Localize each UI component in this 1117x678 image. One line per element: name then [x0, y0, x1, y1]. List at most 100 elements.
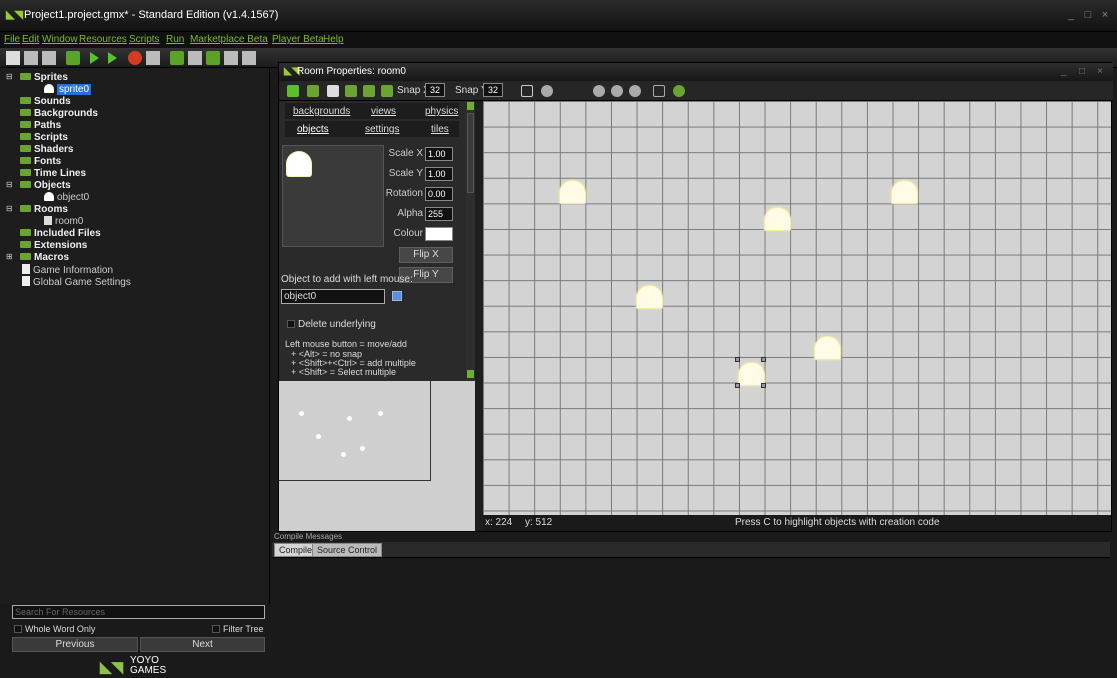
- stop-icon[interactable]: [128, 51, 142, 65]
- menu-window[interactable]: Window: [42, 34, 78, 45]
- tree-item-object0[interactable]: object0: [44, 192, 89, 203]
- checkbox-icon[interactable]: [287, 320, 295, 328]
- menu-file[interactable]: File: [4, 34, 20, 45]
- snap-x-input[interactable]: 32: [425, 83, 445, 97]
- tree-item-scripts[interactable]: Scripts: [20, 132, 68, 143]
- help-icon[interactable]: [673, 85, 685, 97]
- run-icon[interactable]: [90, 52, 99, 64]
- checkbox-icon[interactable]: [14, 625, 22, 633]
- next-button[interactable]: Next: [140, 637, 265, 652]
- sort-y-icon[interactable]: [381, 85, 393, 97]
- tree-item-time-lines[interactable]: Time Lines: [20, 168, 86, 179]
- alpha-input[interactable]: 255: [425, 207, 453, 221]
- delete-underlying-option[interactable]: Delete underlying: [287, 319, 376, 330]
- maximize-icon[interactable]: □: [1080, 9, 1096, 21]
- selection-handle[interactable]: [735, 383, 740, 388]
- clean-icon[interactable]: [146, 51, 160, 65]
- minimize-icon[interactable]: _: [1063, 9, 1079, 21]
- tab-settings[interactable]: settings: [365, 124, 399, 135]
- menu-marketplace[interactable]: Marketplace Beta: [190, 34, 268, 45]
- tree-item-game-information[interactable]: Game Information: [22, 264, 113, 276]
- object-select-field[interactable]: object0: [281, 289, 385, 304]
- undo-icon[interactable]: [307, 85, 319, 97]
- close-icon[interactable]: ×: [1097, 9, 1113, 21]
- create-executable-icon[interactable]: [66, 51, 80, 65]
- tree-item-sounds[interactable]: Sounds: [20, 96, 71, 107]
- tree-item-sprites[interactable]: Sprites: [20, 72, 68, 83]
- menu-edit[interactable]: Edit: [22, 34, 39, 45]
- tab-compile[interactable]: Compile: [274, 543, 318, 557]
- menu-scripts[interactable]: Scripts: [129, 34, 160, 45]
- zoom-out-icon[interactable]: [629, 85, 641, 97]
- flip-x-button[interactable]: Flip X: [399, 247, 453, 263]
- filter-tree-option[interactable]: Filter Tree: [212, 624, 264, 634]
- selection-handle[interactable]: [761, 383, 766, 388]
- menu-resources[interactable]: Resources: [79, 34, 127, 45]
- tree-item-backgrounds[interactable]: Backgrounds: [20, 108, 98, 119]
- scroll-down-icon[interactable]: [467, 370, 474, 378]
- tab-source-control[interactable]: Source Control: [312, 543, 383, 557]
- collapse-sprites-icon[interactable]: ⊟: [6, 72, 13, 81]
- maximize-icon[interactable]: □: [1079, 66, 1085, 77]
- tree-item-sprite0[interactable]: sprite0: [44, 84, 92, 95]
- properties-scrollbar[interactable]: [466, 101, 475, 381]
- save-project-icon[interactable]: [42, 51, 56, 65]
- colour-picker[interactable]: [425, 227, 453, 241]
- sort-x-icon[interactable]: [363, 85, 375, 97]
- tree-item-shaders[interactable]: Shaders: [20, 144, 73, 155]
- list-icon[interactable]: [653, 85, 665, 97]
- collapse-rooms-icon[interactable]: ⊟: [6, 204, 13, 213]
- add-path-icon[interactable]: [224, 51, 238, 65]
- tree-item-extensions[interactable]: Extensions: [20, 240, 87, 251]
- add-sound-icon[interactable]: [188, 51, 202, 65]
- ok-checkmark-icon[interactable]: [287, 85, 299, 97]
- tab-tiles[interactable]: tiles: [431, 124, 449, 135]
- selection-handle[interactable]: [761, 357, 766, 362]
- tab-backgrounds[interactable]: backgrounds: [293, 106, 350, 117]
- shift-instances-icon[interactable]: [345, 85, 357, 97]
- zoom-in-icon[interactable]: [593, 85, 605, 97]
- tree-item-rooms[interactable]: Rooms: [20, 204, 68, 215]
- tab-physics[interactable]: physics: [425, 106, 458, 117]
- expand-macros-icon[interactable]: ⊞: [6, 252, 13, 261]
- previous-button[interactable]: Previous: [12, 637, 138, 652]
- tree-item-room0[interactable]: room0: [44, 216, 83, 227]
- tree-item-fonts[interactable]: Fonts: [20, 156, 61, 167]
- object-menu-icon[interactable]: [392, 291, 402, 301]
- collapse-objects-icon[interactable]: ⊟: [6, 180, 13, 189]
- clear-room-icon[interactable]: [327, 85, 339, 97]
- tree-item-paths[interactable]: Paths: [20, 120, 61, 131]
- minimize-icon[interactable]: _: [1061, 66, 1067, 77]
- room-editor-grid[interactable]: [483, 101, 1111, 515]
- open-project-icon[interactable]: [24, 51, 38, 65]
- tab-views[interactable]: views: [371, 106, 396, 117]
- scroll-up-icon[interactable]: [467, 102, 474, 110]
- selection-handle[interactable]: [735, 357, 740, 362]
- menu-help[interactable]: Help: [323, 34, 344, 45]
- new-project-icon[interactable]: [6, 51, 20, 65]
- room-instance-object0[interactable]: [637, 286, 662, 308]
- close-icon[interactable]: ×: [1097, 66, 1103, 77]
- tree-item-global-game-settings[interactable]: Global Game Settings: [22, 276, 131, 288]
- resource-search-input[interactable]: Search For Resources: [12, 605, 265, 619]
- zoom-icon[interactable]: [541, 85, 553, 97]
- tree-item-included-files[interactable]: Included Files: [20, 228, 101, 239]
- tab-objects[interactable]: objects: [297, 124, 329, 135]
- scroll-thumb[interactable]: [467, 113, 474, 193]
- rotation-input[interactable]: 0.00: [425, 187, 453, 201]
- room-instance-object0[interactable]: [815, 337, 840, 359]
- add-script-icon[interactable]: [242, 51, 256, 65]
- zoom-reset-icon[interactable]: [611, 85, 623, 97]
- grid-toggle-icon[interactable]: [521, 85, 533, 97]
- scale-x-input[interactable]: 1.00: [425, 147, 453, 161]
- room-instance-object0[interactable]: [765, 208, 790, 230]
- tree-item-objects[interactable]: Objects: [20, 180, 71, 191]
- scale-y-input[interactable]: 1.00: [425, 167, 453, 181]
- tree-item-macros[interactable]: Macros: [20, 252, 69, 263]
- whole-word-option[interactable]: Whole Word Only: [14, 624, 95, 634]
- menu-player[interactable]: Player Beta: [272, 34, 324, 45]
- debug-icon[interactable]: [108, 52, 117, 64]
- room-instance-object0[interactable]: [560, 181, 585, 203]
- room-minimap[interactable]: [279, 381, 475, 531]
- add-sprite-icon[interactable]: [170, 51, 184, 65]
